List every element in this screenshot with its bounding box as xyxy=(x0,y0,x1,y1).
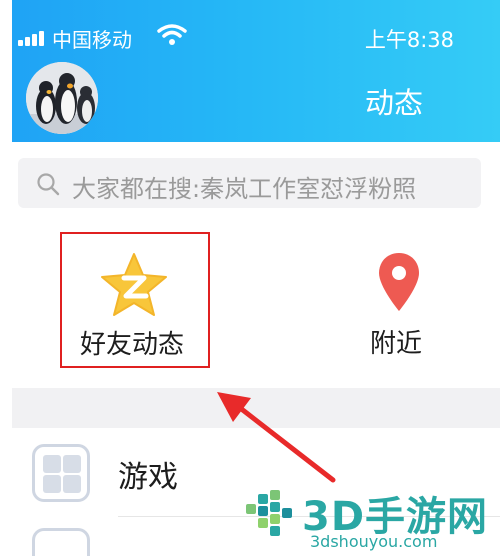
wifi-icon xyxy=(157,24,187,45)
location-pin-icon xyxy=(379,253,419,311)
status-time: 上午8:38 xyxy=(364,28,454,52)
nearby-label: 附近 xyxy=(370,329,423,359)
brand-logo-icon xyxy=(246,490,292,536)
search-input[interactable]: 大家都在搜:秦岚工作室怼浮粉照 xyxy=(72,169,416,204)
carrier-name: 中国移动 xyxy=(52,28,132,52)
signal-icon xyxy=(18,30,54,46)
penguin-avatar-icon xyxy=(26,62,98,134)
nearby-button[interactable]: 附近 xyxy=(360,245,440,365)
page-title: 动态 xyxy=(365,86,424,120)
status-bar: 中国移动 上午8:38 xyxy=(12,0,500,52)
avatar[interactable] xyxy=(26,62,98,134)
search-icon xyxy=(37,173,60,196)
search-bar[interactable]: 大家都在搜:秦岚工作室怼浮粉照 xyxy=(18,158,481,208)
star-icon xyxy=(101,253,167,316)
friend-feed-label: 好友动态 xyxy=(80,330,185,360)
list-item-label: 游戏 xyxy=(118,460,178,495)
header: 中国移动 上午8:38 动态 xyxy=(12,0,500,142)
friend-feed-button[interactable]: 好友动态 xyxy=(60,232,210,368)
annotation-arrow-icon xyxy=(217,392,336,483)
grid-icon xyxy=(32,444,90,502)
app-icon[interactable] xyxy=(32,528,90,556)
watermark-url: 3dshouyou.com xyxy=(310,532,438,551)
watermark: 3D手游网 3dshouyou.com xyxy=(240,482,500,556)
